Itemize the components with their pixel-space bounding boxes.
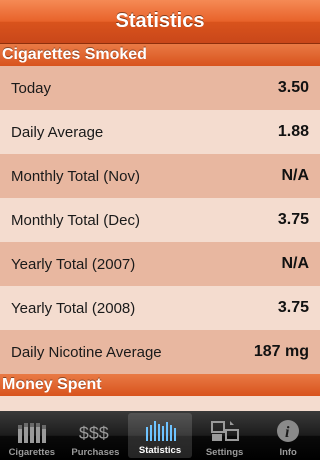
stat-value: 1.88 [277,123,309,140]
stat-label: Daily Average [11,123,104,141]
stat-value: N/A [281,167,309,184]
svg-text:i: i [285,424,290,441]
stat-label: Today [11,79,52,97]
tab-label: Settings [205,447,244,458]
stat-label: Daily Nicotine Average [11,343,162,361]
cigarettes-icon [15,417,49,445]
stat-label: Monthly Total (Nov) [11,167,140,185]
stat-label: Yearly Total (2007) [11,255,136,273]
stat-row-yearly-2007: Yearly Total (2007) N/A [0,242,320,286]
stat-row-monthly-dec: Monthly Total (Dec) 3.75 [0,198,320,242]
section-header-cigarettes: Cigarettes Smoked [0,44,320,66]
tab-purchases[interactable]: $$$ Purchases [64,411,128,460]
page-title: Statistics [115,10,205,32]
section-header-money: Money Spent [0,374,320,396]
stat-row-today: Today 3.50 [0,66,320,110]
stat-label: Monthly Total (Dec) [11,211,140,229]
tab-label: Info [279,447,297,458]
tab-info[interactable]: i Info [256,411,320,460]
stat-value: 3.50 [277,79,309,96]
stat-value: 187 mg [253,343,309,360]
info-icon: i [271,417,305,445]
tab-label: Statistics [138,445,182,456]
stat-value: 3.75 [277,211,309,228]
tab-bar: Cigarettes $$$ Purchases Statistics Sett… [0,411,320,460]
settings-icon [208,417,242,445]
stat-value: 3.75 [277,299,309,316]
navigation-bar: Statistics [0,0,320,44]
stat-row-partial [0,396,320,411]
tab-label: Purchases [71,447,120,458]
stat-row-daily-average: Daily Average 1.88 [0,110,320,154]
stat-value: N/A [281,255,309,272]
bar-chart-icon [143,415,177,443]
tab-cigarettes[interactable]: Cigarettes [0,411,64,460]
svg-text:$$$: $$$ [79,423,109,443]
stat-label: Yearly Total (2008) [11,299,136,317]
stat-row-nicotine-average: Daily Nicotine Average 187 mg [0,330,320,374]
tab-statistics[interactable]: Statistics [128,413,192,458]
tab-settings[interactable]: Settings [193,411,257,460]
dollar-signs-icon: $$$ [78,417,112,445]
statistics-table[interactable]: Cigarettes Smoked Today 3.50 Daily Avera… [0,44,320,411]
stat-row-monthly-nov: Monthly Total (Nov) N/A [0,154,320,198]
stat-row-yearly-2008: Yearly Total (2008) 3.75 [0,286,320,330]
tab-label: Cigarettes [8,447,56,458]
